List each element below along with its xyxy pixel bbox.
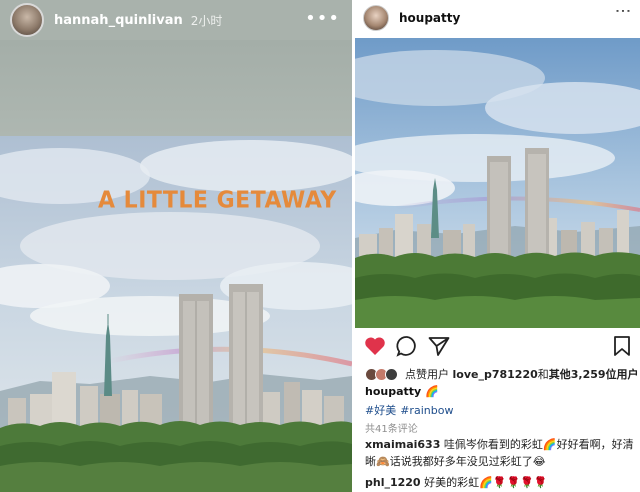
post-caption: houpatty 🌈 [365,385,439,398]
comment-username[interactable]: phl_1220 [365,476,421,489]
bookmark-icon[interactable] [610,334,634,358]
share-icon[interactable] [427,334,451,358]
view-comments-link[interactable]: 共41条评论 [365,420,418,435]
post-panel: houpatty ⋮ 点赞用户 love_p781220和其他3,259位用户 … [355,0,640,492]
likes-connector: 和 [537,368,549,381]
heart-icon[interactable] [363,334,387,358]
screenshot: hannah_quinlivan 2小时 ••• A LITTLE GETAWA… [0,0,640,492]
avatar[interactable] [363,5,389,31]
caption-text: 🌈 [425,385,439,398]
avatar [385,367,398,381]
post-username[interactable]: houpatty [399,11,460,25]
more-icon[interactable]: ⋮ [614,3,633,19]
story-overlay-text: A LITTLE GETAWAY [98,187,337,214]
caption-username[interactable]: houpatty [365,385,421,398]
comment-text: 好美的彩虹🌈🌹🌹🌹🌹 [420,476,548,489]
post-photo [355,38,640,328]
story-background-band [0,40,352,136]
post-actions [355,330,640,362]
story-header: hannah_quinlivan 2小时 [0,0,352,40]
comment-username[interactable]: xmaimai633 [365,438,440,451]
story-username[interactable]: hannah_quinlivan [54,13,183,28]
hashtag-link[interactable]: #好美 [365,404,396,417]
likes-prefix: 点赞用户 [405,368,453,381]
hashtag-link[interactable]: #rainbow [400,404,453,417]
comment-item: xmaimai633 哇佩岑你看到的彩虹🌈好好看啊，好清晰🙈话说我都好多年没见过… [365,436,635,470]
comment-icon[interactable] [395,334,419,358]
more-icon[interactable]: ••• [305,8,340,29]
avatar[interactable] [10,3,44,37]
story-timestamp: 2小时 [190,13,223,28]
likes-user-link[interactable]: love_p781220 [453,368,538,381]
story-panel: hannah_quinlivan 2小时 ••• A LITTLE GETAWA… [0,0,352,492]
comment-item: phl_1220 好美的彩虹🌈🌹🌹🌹🌹 [365,474,635,491]
likes-text: 点赞用户 love_p781220和其他3,259位用户 [405,366,639,382]
likes-row: 点赞用户 love_p781220和其他3,259位用户 [365,366,639,382]
post-header: houpatty [355,0,640,36]
likes-others-link[interactable]: 其他3,259位用户 [549,368,639,381]
post-hashtags: #好美 #rainbow [365,402,457,418]
